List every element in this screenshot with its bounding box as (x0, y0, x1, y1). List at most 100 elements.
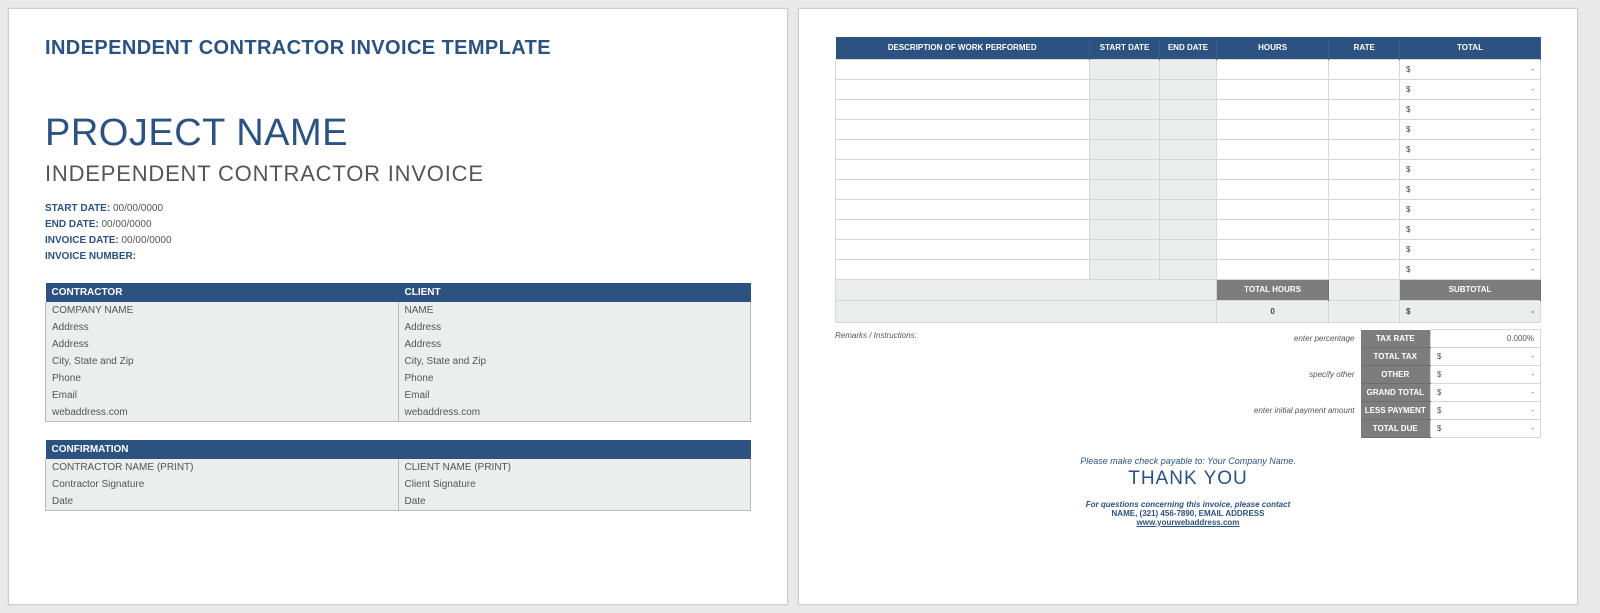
meta-block: START DATE: 00/00/0000 END DATE: 00/00/0… (45, 201, 751, 265)
client-cell: City, State and Zip (398, 353, 751, 370)
work-rate-cell (1329, 260, 1400, 280)
work-desc-cell (836, 120, 1090, 140)
work-table: DESCRIPTION OF WORK PERFORMED START DATE… (835, 37, 1541, 323)
confirm-client-cell: Date (398, 493, 751, 511)
work-start-cell (1089, 60, 1160, 80)
invoice-page-2: DESCRIPTION OF WORK PERFORMED START DATE… (798, 8, 1578, 605)
work-end-cell (1160, 100, 1216, 120)
work-desc-cell (836, 240, 1090, 260)
work-end-cell (1160, 140, 1216, 160)
work-rate-cell (1329, 200, 1400, 220)
work-total-cell: $- (1399, 140, 1540, 160)
questions-text: For questions concerning this invoice, p… (835, 500, 1541, 509)
col-description: DESCRIPTION OF WORK PERFORMED (836, 37, 1090, 60)
work-hours-cell (1216, 260, 1329, 280)
confirm-contractor-cell: CONTRACTOR NAME (PRINT) (46, 459, 399, 476)
work-hours-cell (1216, 220, 1329, 240)
end-date-value: 00/00/0000 (101, 219, 151, 230)
subtotal-label: SUBTOTAL (1399, 280, 1540, 301)
less-payment-value: $- (1431, 401, 1541, 419)
invoice-date-value: 00/00/0000 (122, 235, 172, 246)
work-hours-cell (1216, 80, 1329, 100)
work-rate-cell (1329, 100, 1400, 120)
client-header: CLIENT (398, 283, 751, 302)
work-total-cell: $- (1399, 260, 1540, 280)
work-desc-cell (836, 100, 1090, 120)
confirmation-table: CONFIRMATION CONTRACTOR NAME (PRINT)CLIE… (45, 440, 751, 511)
total-due-label: TOTAL DUE (1361, 419, 1431, 437)
invoice-footer: Please make check payable to: Your Compa… (835, 456, 1541, 527)
invoice-page-1: INDEPENDENT CONTRACTOR INVOICE TEMPLATE … (8, 8, 788, 605)
work-desc-cell (836, 260, 1090, 280)
payable-text: Please make check payable to: Your Compa… (835, 456, 1541, 466)
work-end-cell (1160, 260, 1216, 280)
work-end-cell (1160, 200, 1216, 220)
work-start-cell (1089, 220, 1160, 240)
invoice-date-label: INVOICE DATE: (45, 235, 119, 246)
col-start-date: START DATE (1089, 37, 1160, 60)
work-rate-cell (1329, 160, 1400, 180)
total-tax-label: TOTAL TAX (1361, 347, 1431, 365)
work-desc-cell (836, 180, 1090, 200)
work-rate-cell (1329, 180, 1400, 200)
work-hours-cell (1216, 240, 1329, 260)
work-hours-cell (1216, 120, 1329, 140)
other-value: $- (1431, 365, 1541, 383)
remarks-label: Remarks / Instructions: (835, 329, 1181, 438)
contractor-cell: Email (46, 387, 399, 404)
work-total-cell: $- (1399, 120, 1540, 140)
client-cell: Email (398, 387, 751, 404)
work-hours-cell (1216, 100, 1329, 120)
work-hours-cell (1216, 140, 1329, 160)
work-start-cell (1089, 180, 1160, 200)
tax-rate-value: 0.000% (1431, 330, 1541, 348)
template-title: INDEPENDENT CONTRACTOR INVOICE TEMPLATE (45, 37, 751, 60)
contractor-cell: COMPANY NAME (46, 302, 399, 319)
contractor-header: CONTRACTOR (46, 283, 399, 302)
work-desc-cell (836, 160, 1090, 180)
work-rate-cell (1329, 120, 1400, 140)
client-cell: Address (398, 336, 751, 353)
col-end-date: END DATE (1160, 37, 1216, 60)
work-start-cell (1089, 120, 1160, 140)
less-payment-label: LESS PAYMENT (1361, 401, 1431, 419)
subtotal-value: $- (1399, 301, 1540, 323)
contractor-cell: City, State and Zip (46, 353, 399, 370)
work-start-cell (1089, 140, 1160, 160)
work-total-cell: $- (1399, 220, 1540, 240)
work-end-cell (1160, 220, 1216, 240)
work-end-cell (1160, 80, 1216, 100)
col-rate: RATE (1329, 37, 1400, 60)
start-date-value: 00/00/0000 (113, 203, 163, 214)
work-total-cell: $- (1399, 60, 1540, 80)
work-hours-cell (1216, 60, 1329, 80)
contractor-cell: Phone (46, 370, 399, 387)
thank-you: THANK YOU (835, 468, 1541, 490)
grand-total-label: GRAND TOTAL (1361, 383, 1431, 401)
contractor-cell: Address (46, 319, 399, 336)
work-total-cell: $- (1399, 160, 1540, 180)
tax-rate-label: TAX RATE (1361, 330, 1431, 348)
work-rate-cell (1329, 240, 1400, 260)
total-tax-value: $- (1431, 347, 1541, 365)
work-total-cell: $- (1399, 240, 1540, 260)
work-desc-cell (836, 200, 1090, 220)
total-hours-label: TOTAL HOURS (1216, 280, 1329, 301)
grand-total-value: $- (1431, 383, 1541, 401)
work-desc-cell (836, 140, 1090, 160)
work-end-cell (1160, 60, 1216, 80)
work-end-cell (1160, 160, 1216, 180)
client-cell: webaddress.com (398, 404, 751, 422)
work-rate-cell (1329, 140, 1400, 160)
total-hours-value: 0 (1216, 301, 1329, 323)
less-hint: enter initial payment amount (1181, 401, 1361, 419)
confirm-contractor-cell: Contractor Signature (46, 476, 399, 493)
work-rate-cell (1329, 220, 1400, 240)
end-date-label: END DATE: (45, 219, 99, 230)
parties-table: CONTRACTOR CLIENT COMPANY NAMENAMEAddres… (45, 283, 751, 422)
web-address: www.yourwebaddress.com (835, 518, 1541, 527)
invoice-subtitle: INDEPENDENT CONTRACTOR INVOICE (45, 161, 751, 187)
contractor-cell: Address (46, 336, 399, 353)
work-total-cell: $- (1399, 100, 1540, 120)
work-start-cell (1089, 80, 1160, 100)
